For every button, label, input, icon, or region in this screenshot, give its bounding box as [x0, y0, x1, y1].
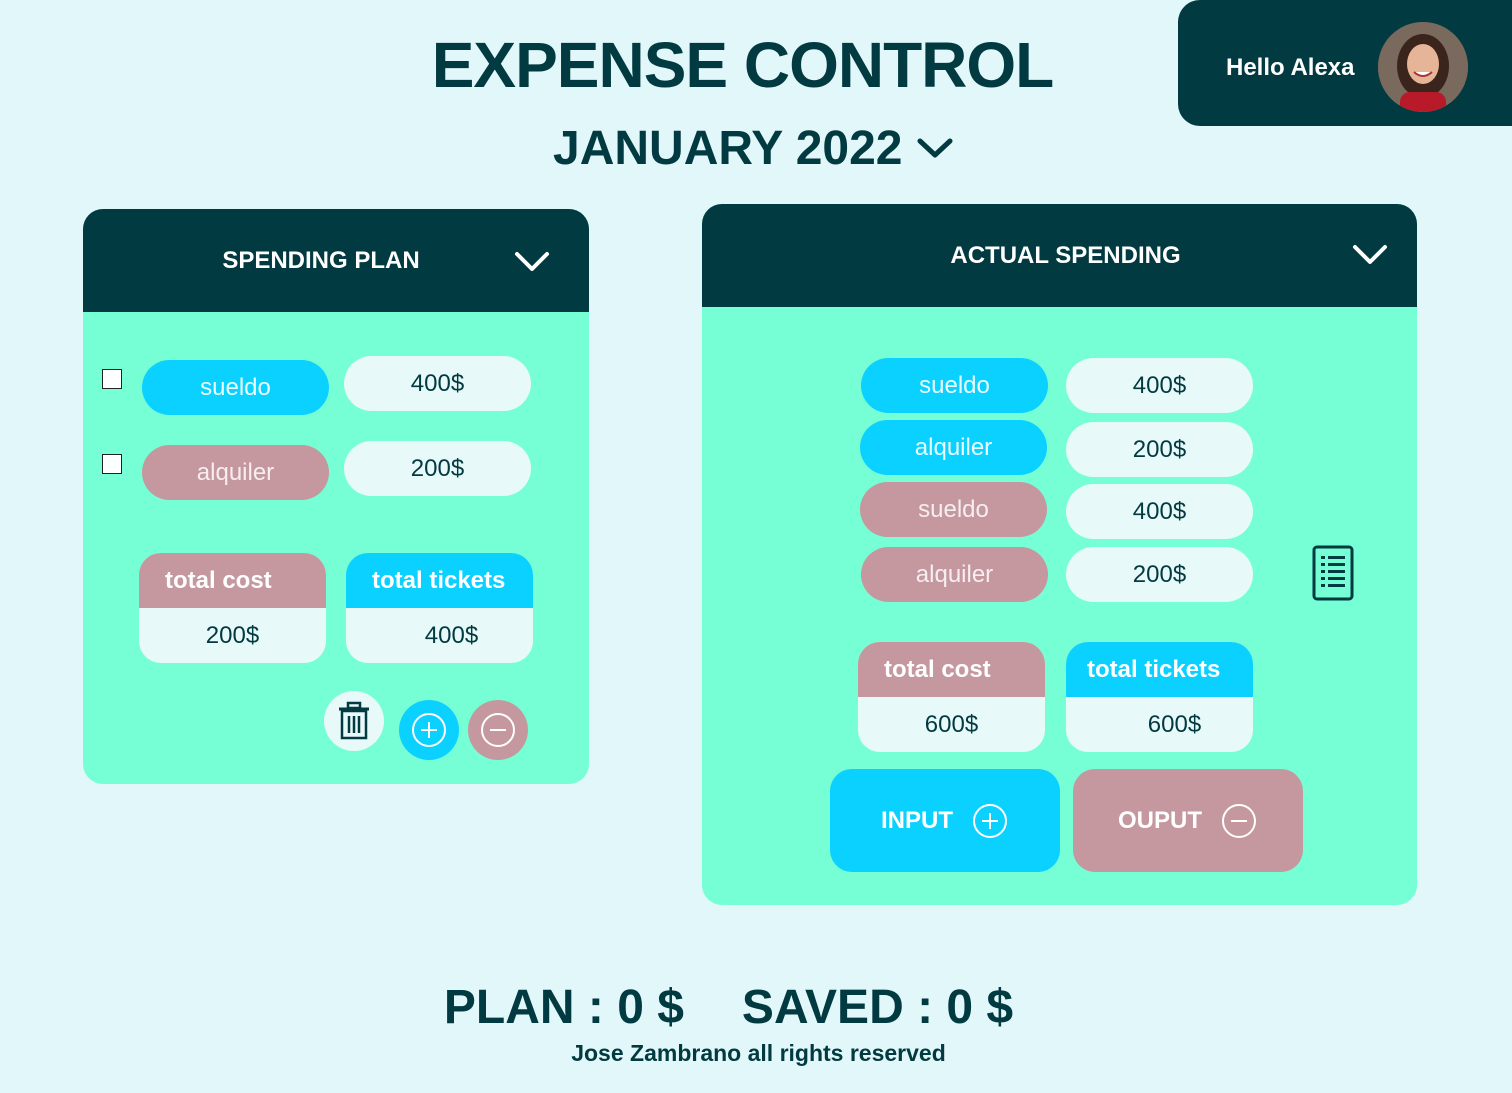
actual-row-label[interactable]: sueldo	[860, 482, 1047, 537]
total-tickets-value: 400$	[424, 621, 479, 649]
plan-total-tickets-card: total tickets 400$	[346, 553, 533, 663]
total-tickets-value: 600$	[1147, 710, 1202, 738]
plus-circle-icon	[412, 713, 446, 747]
actual-row-amount[interactable]: 400$	[1066, 358, 1253, 413]
minus-circle-icon	[1222, 803, 1256, 838]
plan-row-checkbox[interactable]	[102, 369, 122, 389]
input-button[interactable]: INPUT	[830, 769, 1060, 872]
avatar[interactable]	[1378, 22, 1468, 112]
actual-row-amount[interactable]: 200$	[1066, 422, 1253, 477]
actual-row-amount[interactable]: 400$	[1066, 484, 1253, 539]
total-cost-value: 600$	[924, 710, 979, 738]
output-button-label: OUPUT	[1118, 806, 1202, 834]
user-card: Hello Alexa	[1178, 0, 1512, 126]
total-cost-label: total cost	[858, 642, 1045, 697]
trash-icon	[339, 701, 369, 740]
actual-row-label[interactable]: alquiler	[860, 420, 1047, 475]
saved-summary: SAVED : 0 $	[741, 981, 1014, 1034]
add-button[interactable]	[399, 700, 459, 760]
spending-plan-title: SPENDING PLAN	[222, 246, 420, 274]
plan-row-label[interactable]: alquiler	[142, 445, 329, 500]
list-document-icon[interactable]	[1312, 545, 1354, 601]
plan-row-amount[interactable]: 200$	[344, 441, 531, 496]
plus-circle-icon	[973, 803, 1007, 838]
plan-row-amount[interactable]: 400$	[344, 356, 531, 411]
user-greeting: Hello Alexa	[1226, 54, 1355, 81]
total-tickets-label: total tickets	[346, 553, 533, 608]
spending-plan-panel: SPENDING PLAN sueldo 400$ alquiler 200$ …	[83, 209, 589, 784]
actual-total-cost-card: total cost 600$	[858, 642, 1045, 752]
chevron-down-icon[interactable]	[1352, 244, 1388, 266]
actual-row-label[interactable]: sueldo	[861, 358, 1048, 413]
plan-total-cost-card: total cost 200$	[139, 553, 326, 663]
total-cost-value: 200$	[205, 621, 260, 649]
chevron-down-icon[interactable]	[917, 136, 953, 160]
copyright: Jose Zambrano all rights reserved	[571, 1040, 946, 1066]
actual-spending-header: ACTUAL SPENDING	[702, 204, 1417, 307]
delete-button[interactable]	[324, 691, 384, 751]
plan-row-label[interactable]: sueldo	[142, 360, 329, 415]
spending-plan-header: SPENDING PLAN	[83, 209, 589, 312]
month-selector[interactable]: JANUARY 2022	[553, 118, 953, 178]
plan-summary: PLAN : 0 $	[443, 981, 684, 1034]
actual-total-tickets-card: total tickets 600$	[1066, 642, 1253, 752]
total-cost-label: total cost	[139, 553, 326, 608]
minus-circle-icon	[481, 713, 515, 747]
actual-row-amount[interactable]: 200$	[1066, 547, 1253, 602]
actual-spending-title: ACTUAL SPENDING	[950, 241, 1181, 269]
plan-row-checkbox[interactable]	[102, 454, 122, 474]
actual-spending-panel: ACTUAL SPENDING sueldo 400$ alquiler 200…	[702, 204, 1417, 905]
month-label: JANUARY 2022	[553, 121, 903, 175]
input-button-label: INPUT	[881, 806, 953, 834]
summary: PLAN : 0 $ SAVED : 0 $	[0, 980, 1457, 1035]
output-button[interactable]: OUPUT	[1073, 769, 1303, 872]
actual-row-label[interactable]: alquiler	[861, 547, 1048, 602]
chevron-down-icon[interactable]	[514, 251, 550, 273]
remove-button[interactable]	[468, 700, 528, 760]
total-tickets-label: total tickets	[1066, 642, 1253, 697]
